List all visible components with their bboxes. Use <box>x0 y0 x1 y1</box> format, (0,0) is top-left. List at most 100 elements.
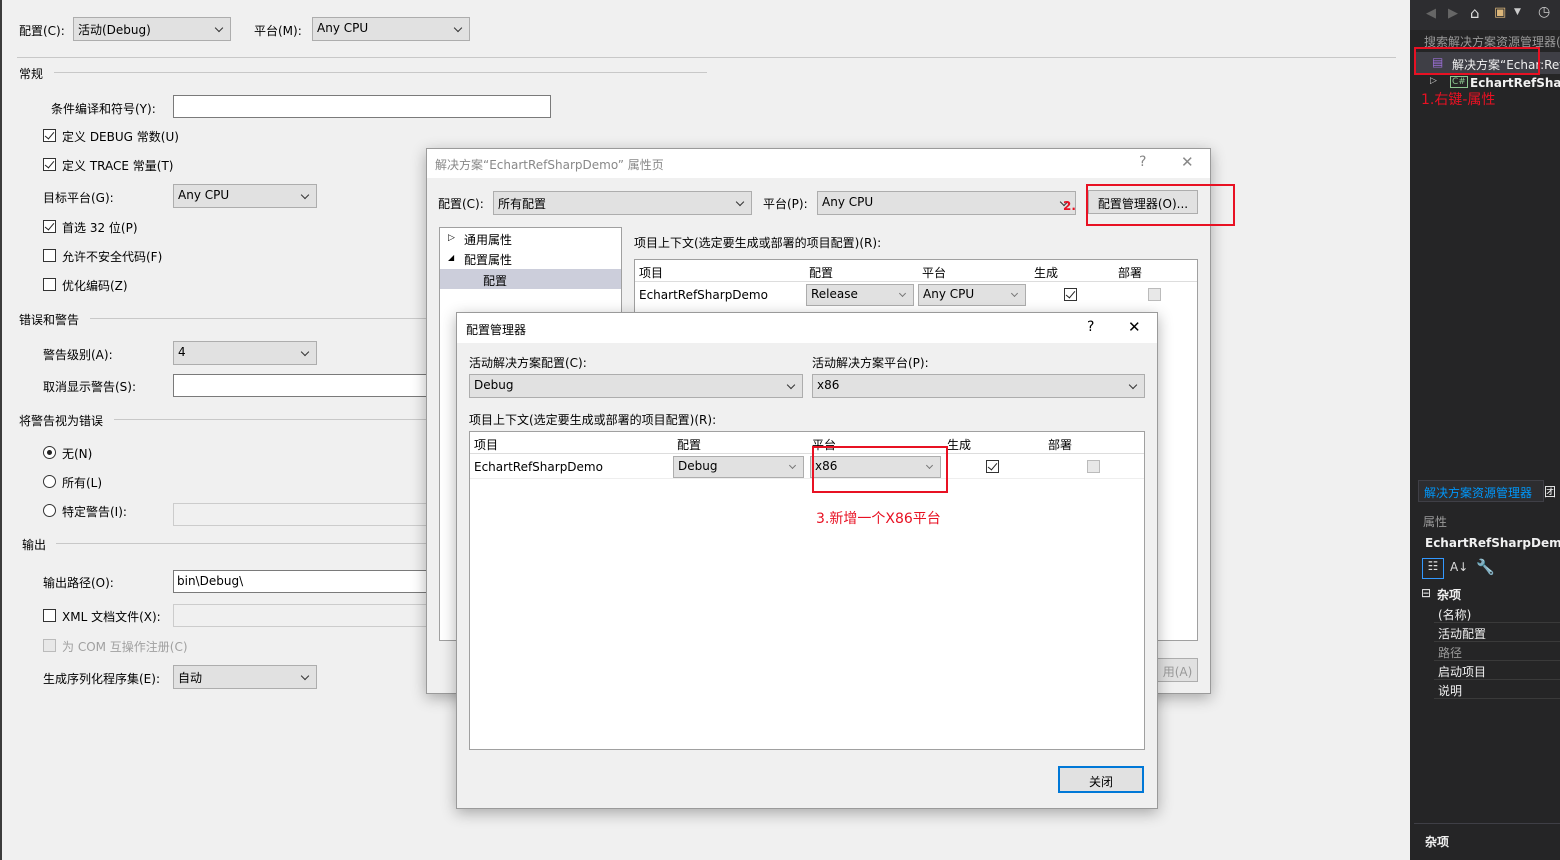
serialization-select[interactable]: 自动 <box>173 665 317 689</box>
define-trace-checkbox[interactable] <box>43 158 56 171</box>
unsafe-checkbox[interactable] <box>43 249 56 262</box>
project-name: EchartRefSharpDemo <box>474 460 603 474</box>
property-row[interactable]: 说明 <box>1434 680 1560 699</box>
column-header: 生成 <box>1034 266 1059 280</box>
context-label: 项目上下文(选定要生成或部署的项目配置)(R): <box>634 236 882 250</box>
annotation-3: 3.新增一个X86平台 <box>816 511 941 527</box>
platform-label: 平台(P): <box>763 197 808 211</box>
forward-icon[interactable]: ▶ <box>1448 6 1458 21</box>
serialization-label: 生成序列化程序集(E): <box>43 672 160 686</box>
com-register-label: 为 COM 互操作注册(C) <box>62 640 188 654</box>
property-row[interactable]: 启动项目 <box>1434 661 1560 680</box>
tab-team[interactable]: 团 <box>1544 483 1556 500</box>
expand-icon[interactable]: ▷ <box>448 233 455 243</box>
tree-item-general[interactable]: 通用属性 <box>464 231 512 248</box>
radio-all-label: 所有(L) <box>62 476 103 490</box>
deploy-checkbox[interactable] <box>1148 288 1161 301</box>
sync-icon[interactable]: ▣ <box>1494 5 1506 20</box>
dialog-title: 配置管理器 <box>466 323 527 337</box>
divider <box>17 57 1396 58</box>
history-icon[interactable]: ◷ <box>1538 4 1550 20</box>
grid-header: 项目 配置 平台 生成 部署 <box>635 260 1197 282</box>
back-icon[interactable]: ◀ <box>1426 6 1436 21</box>
cond-symbols-input[interactable] <box>173 95 551 118</box>
column-header: 平台 <box>922 266 947 280</box>
table-row: EchartRefSharpDemo Release Any CPU <box>635 283 1197 307</box>
section-treat-warnings: 将警告视为错误 <box>19 414 104 428</box>
radio-none[interactable] <box>43 446 56 459</box>
xml-doc-label: XML 文档文件(X): <box>62 610 161 624</box>
radio-all[interactable] <box>43 475 56 488</box>
project-item[interactable]: EchartRefSharp <box>1470 76 1560 90</box>
tree-item-config-props[interactable]: 配置属性 <box>464 251 512 268</box>
properties-object: EchartRefSharpDemo <box>1425 536 1560 550</box>
table-row: EchartRefSharpDemo Debug x86 <box>470 455 1144 479</box>
close-dialog-button[interactable]: 关闭 <box>1058 766 1144 793</box>
prefer32-checkbox[interactable] <box>43 220 56 233</box>
warning-level-label: 警告级别(A): <box>43 348 113 362</box>
com-register-checkbox[interactable] <box>43 639 56 652</box>
property-row[interactable]: (名称) <box>1434 604 1560 623</box>
target-platform-select[interactable]: Any CPU <box>173 184 317 208</box>
specific-warnings-input[interactable] <box>173 503 433 526</box>
help-button[interactable]: ? <box>1139 154 1146 170</box>
optimize-checkbox[interactable] <box>43 278 56 291</box>
radio-specific-label: 特定警告(I): <box>62 505 127 519</box>
property-row[interactable]: 路径 <box>1434 642 1560 661</box>
properties-grid: (名称) 活动配置 路径 启动项目 说明 <box>1434 604 1560 699</box>
config-select[interactable]: 所有配置 <box>493 191 752 215</box>
description-title: 杂项 <box>1425 835 1450 849</box>
build-checkbox[interactable] <box>1064 288 1077 301</box>
build-checkbox[interactable] <box>986 460 999 473</box>
close-button[interactable]: ✕ <box>1128 318 1141 336</box>
configuration-manager-dialog: 配置管理器 ? ✕ 活动解决方案配置(C): Debug 活动解决方案平台(P)… <box>456 312 1158 809</box>
config-label: 配置(C): <box>438 197 484 211</box>
active-config-label: 活动解决方案配置(C): <box>469 356 587 370</box>
deploy-checkbox[interactable] <box>1087 460 1100 473</box>
tab-label: 解决方案资源管理器 <box>1424 486 1533 500</box>
xml-doc-checkbox[interactable] <box>43 609 56 622</box>
property-row[interactable]: 活动配置 <box>1434 623 1560 642</box>
categorized-icon[interactable]: ☷ <box>1422 558 1444 579</box>
config-label: 配置(C): <box>19 24 65 38</box>
radio-none-label: 无(N) <box>62 447 93 461</box>
config-select[interactable]: 活动(Debug) <box>73 17 231 41</box>
close-button[interactable]: ✕ <box>1181 153 1194 171</box>
active-platform-label: 活动解决方案平台(P): <box>812 356 929 370</box>
tab-solution-explorer[interactable]: 解决方案资源管理器 <box>1418 480 1544 502</box>
collapse-icon[interactable]: ⊟ <box>1421 586 1431 600</box>
xml-doc-input[interactable] <box>173 604 433 627</box>
output-path-label: 输出路径(O): <box>43 576 114 590</box>
annotation-2: 2. <box>1063 199 1076 213</box>
row-platform-select[interactable]: Any CPU <box>918 284 1026 306</box>
divider <box>90 318 430 319</box>
collapse-icon[interactable]: ◢ <box>448 253 454 262</box>
active-config-select[interactable]: Debug <box>469 374 803 398</box>
help-button[interactable]: ? <box>1087 319 1094 335</box>
column-header: 配置 <box>809 266 834 280</box>
platform-label: 平台(M): <box>254 24 302 38</box>
warning-level-select[interactable]: 4 <box>173 341 317 365</box>
tree-item-config[interactable]: 配置 <box>440 269 621 289</box>
define-debug-checkbox[interactable] <box>43 129 56 142</box>
left-edge <box>0 0 2 860</box>
sort-alpha-icon[interactable]: A↓ <box>1450 560 1468 574</box>
section-general: 常规 <box>19 67 44 81</box>
project-name: EchartRefSharpDemo <box>639 288 768 302</box>
suppress-label: 取消显示警告(S): <box>43 380 137 394</box>
home-icon[interactable]: ⌂ <box>1470 4 1480 22</box>
active-platform-select[interactable]: x86 <box>812 374 1145 398</box>
wrench-icon[interactable]: 🔧 <box>1476 558 1495 576</box>
row-config-select[interactable]: Debug <box>673 456 804 478</box>
platform-select[interactable]: Any CPU <box>817 191 1076 215</box>
row-config-select[interactable]: Release <box>806 284 914 306</box>
dropdown-icon[interactable]: ▼ <box>1514 7 1521 17</box>
platform-select[interactable]: Any CPU <box>312 17 470 41</box>
expand-icon[interactable]: ▷ <box>1430 76 1437 86</box>
radio-specific[interactable] <box>43 504 56 517</box>
solution-explorer-panel: ◀ ▶ ⌂ ▣ ▼ ◷ 搜索解决方案资源管理器( ▤ 解决方案“Echar:Re… <box>1410 0 1560 860</box>
cond-symbols-label: 条件编译和符号(Y): <box>51 102 156 116</box>
output-path-input[interactable]: bin\Debug\ <box>173 570 433 593</box>
title-bar: 配置管理器 ? ✕ <box>457 313 1157 343</box>
suppress-input[interactable] <box>173 374 433 397</box>
